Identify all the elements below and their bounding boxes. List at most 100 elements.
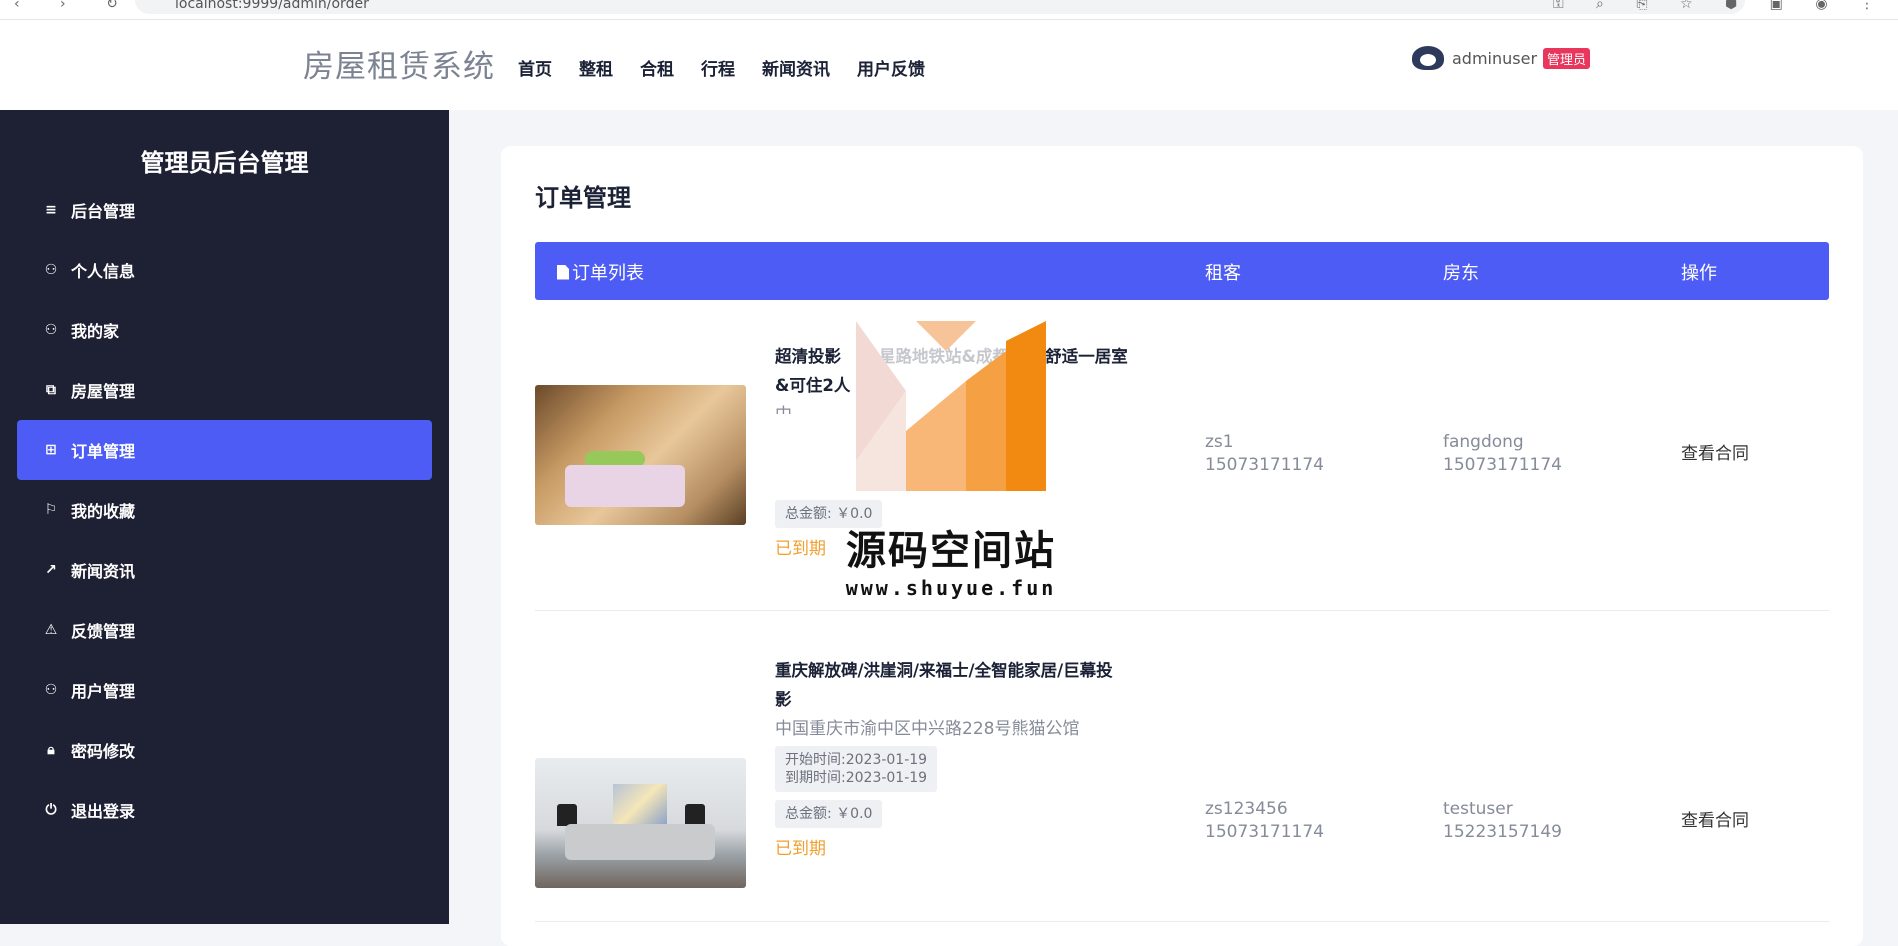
sidebar-item-dashboard[interactable]: ≡ 后台管理	[17, 180, 432, 240]
admin-sidebar: 管理员后台管理 ≡ 后台管理 ⚇ 个人信息 ⚇ 我的家 ⧉ 房屋管理 ⊞ 订单管…	[0, 110, 449, 924]
landlord-name: testuser	[1443, 799, 1513, 819]
house-title[interactable]: 超清投影 星路地铁站&成都 &舒适一居室 &可住2人卧	[775, 342, 1155, 400]
sidebar-item-orders[interactable]: ⊞ 订单管理	[17, 420, 432, 480]
nav-shared-rent[interactable]: 合租	[640, 55, 674, 80]
table-row: 超清投影 星路地铁站&成都&舒适一居室 &可住2人卧 中 总金额: ￥0.0 已到…	[535, 300, 1829, 611]
site-brand[interactable]: 房屋租赁系统	[303, 41, 495, 86]
tenant-phone: 15073171174	[1205, 822, 1324, 842]
power-icon: ⏻	[45, 802, 57, 818]
nav-home[interactable]: 首页	[518, 55, 552, 80]
sidebar-item-profile[interactable]: ⚇ 个人信息	[17, 240, 432, 300]
browser-extension-icons[interactable]: ⚿ ⌕ ⎘ ☆ ⬢ ▣ ◉ ⋮	[1553, 0, 1888, 12]
document-icon	[557, 264, 569, 280]
column-landlord: 房东	[1443, 263, 1479, 284]
house-address: 中国重庆市渝中区中兴路228号熊猫公馆	[775, 719, 1080, 739]
thumbnail-detail	[565, 824, 715, 860]
rental-period: 开始时间:2023-01-19 到期时间:2023-01-19	[775, 746, 938, 792]
house-title-part: 重庆解放碑/洪崖洞/来福士/全智能家居/巨幕投	[775, 661, 1113, 680]
sidebar-item-logout[interactable]: ⏻ 退出登录	[17, 780, 432, 840]
role-badge: 管理员	[1543, 47, 1591, 69]
nav-news[interactable]: 新闻资讯	[762, 55, 830, 80]
order-info: 重庆解放碑/洪崖洞/来福士/全智能家居/巨幕投 影 中国重庆市渝中区中兴路228…	[775, 656, 1155, 859]
landlord-name: fangdong	[1443, 432, 1524, 452]
address-bar[interactable]: localhost:9999/admin/order	[135, 0, 1745, 14]
column-action: 操作	[1681, 263, 1717, 284]
house-title-part: 影	[775, 690, 792, 709]
tenant-phone: 15073171174	[1205, 455, 1324, 475]
view-contract-link[interactable]: 查看合同	[1681, 443, 1749, 466]
sidebar-item-password[interactable]: 🔒︎ 密码修改	[17, 720, 432, 780]
sidebar-item-label: 订单管理	[71, 442, 136, 461]
sidebar-item-label: 用户管理	[71, 682, 136, 701]
sidebar-item-houses[interactable]: ⧉ 房屋管理	[17, 360, 432, 420]
lock-icon: 🔒︎	[47, 742, 55, 758]
nav-feedback[interactable]: 用户反馈	[857, 55, 925, 80]
order-management-card: 订单管理 订单列表 租客 房东 操作 超清投影 星路地铁站&成都 &舒适一居室 &可…	[501, 146, 1863, 946]
external-link-icon: ↗	[45, 562, 57, 578]
sidebar-item-favorites[interactable]: ⚐ 我的收藏	[17, 480, 432, 540]
sidebar-item-label: 反馈管理	[71, 622, 136, 641]
user-icon: ⚇	[44, 682, 58, 698]
nav-whole-rent[interactable]: 整租	[579, 55, 613, 80]
house-title-part: 超清投影	[775, 347, 841, 366]
sidebar-item-my-home[interactable]: ⚇ 我的家	[17, 300, 432, 360]
end-time: 到期时间:2023-01-19	[785, 770, 928, 786]
sidebar-item-label: 密码修改	[71, 742, 136, 761]
table-header: 订单列表 租客 房东 操作	[535, 242, 1829, 300]
sidebar-item-label: 房屋管理	[71, 382, 136, 401]
page-title: 订单管理	[535, 184, 631, 212]
gift-icon: ⊞	[45, 442, 57, 458]
sidebar-item-label: 后台管理	[71, 202, 136, 221]
total-amount-tag: 总金额: ￥0.0	[775, 800, 1155, 828]
sidebar-item-label: 退出登录	[71, 802, 136, 821]
browser-toolbar: ‹ › ↻ localhost:9999/admin/order ⚿ ⌕ ⎘ ☆…	[0, 0, 1898, 20]
sidebar-item-label: 我的家	[71, 322, 120, 341]
browser-nav-icons[interactable]: ‹ › ↻	[14, 0, 136, 12]
thumbnail-detail	[613, 784, 667, 824]
rental-period-tag: 开始时间:2023-01-19 到期时间:2023-01-19	[775, 746, 1155, 792]
view-contract-link[interactable]: 查看合同	[1681, 810, 1749, 833]
sidebar-item-users[interactable]: ⚇ 用户管理	[17, 660, 432, 720]
nav-schedule[interactable]: 行程	[701, 55, 735, 80]
order-status: 已到期	[775, 539, 826, 559]
user-menu[interactable]: adminuser 管理员	[1412, 46, 1591, 70]
house-title-part: 卧	[860, 376, 877, 395]
total-amount-tag: 总金额: ￥0.0	[775, 500, 1155, 528]
address-text: localhost:9999/admin/order	[175, 0, 369, 12]
start-time: 开始时间:2023-01-19	[785, 752, 928, 768]
sidebar-item-news[interactable]: ↗ 新闻资讯	[17, 540, 432, 600]
sidebar-item-feedback[interactable]: ⚠ 反馈管理	[17, 600, 432, 660]
list-icon: ≡	[45, 202, 57, 218]
column-order-list: 订单列表	[557, 259, 644, 285]
table-row: 重庆解放碑/洪崖洞/来福士/全智能家居/巨幕投 影 中国重庆市渝中区中兴路228…	[535, 611, 1829, 922]
tenant-name: zs123456	[1205, 799, 1288, 819]
sidebar-item-label: 个人信息	[71, 262, 136, 281]
user-icon: ⚇	[44, 322, 58, 338]
house-thumbnail[interactable]	[535, 385, 746, 525]
order-status: 已到期	[775, 839, 826, 859]
avatar	[1412, 46, 1444, 70]
sidebar-item-label: 我的收藏	[71, 502, 136, 521]
warning-icon: ⚠	[44, 622, 58, 638]
bookmark-icon: ⚐	[44, 502, 58, 518]
landlord-cell: fangdong 15073171174	[1443, 431, 1562, 477]
thumbnail-detail	[557, 804, 577, 826]
column-tenant: 租客	[1205, 263, 1241, 284]
username: adminuser	[1452, 48, 1538, 68]
tenant-cell: zs1 15073171174	[1205, 431, 1324, 477]
total-amount: 总金额: ￥0.0	[775, 800, 883, 828]
house-thumbnail[interactable]	[535, 758, 746, 888]
sidebar-menu: ≡ 后台管理 ⚇ 个人信息 ⚇ 我的家 ⧉ 房屋管理 ⊞ 订单管理 ⚐ 我的收藏…	[17, 180, 432, 840]
main-nav: 首页 整租 合租 行程 新闻资讯 用户反馈	[518, 55, 952, 80]
tenant-name: zs1	[1205, 432, 1234, 452]
sidebar-title: 管理员后台管理	[140, 149, 309, 177]
thumbnail-detail	[565, 465, 685, 507]
house-title-part: &可住2人	[775, 376, 851, 395]
house-title-part: &舒适一居室	[1030, 347, 1128, 366]
house-title[interactable]: 重庆解放碑/洪崖洞/来福士/全智能家居/巨幕投 影	[775, 656, 1155, 714]
order-info: 超清投影 星路地铁站&成都&舒适一居室 &可住2人卧 中 总金额: ￥0.0 已到…	[775, 342, 1155, 559]
landlord-cell: testuser 15223157149	[1443, 798, 1562, 844]
user-icon: ⚇	[44, 262, 58, 278]
thumbnail-detail	[685, 804, 705, 826]
column-order-list-label: 订单列表	[572, 263, 644, 284]
